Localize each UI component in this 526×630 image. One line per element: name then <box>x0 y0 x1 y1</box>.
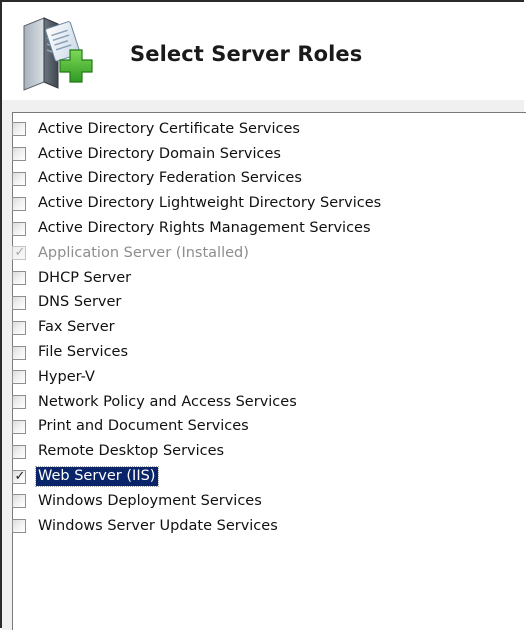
role-label[interactable]: Active Directory Domain Services <box>36 145 284 164</box>
role-checkbox[interactable] <box>12 320 26 335</box>
role-list-item[interactable]: Network Policy and Access Services <box>10 390 384 415</box>
role-checkbox[interactable] <box>12 395 26 410</box>
role-list-item[interactable]: Remote Desktop Services <box>10 439 384 464</box>
role-checkbox: ✓ <box>12 245 26 261</box>
role-list-item[interactable]: Active Directory Federation Services <box>10 167 384 192</box>
role-list-item[interactable]: Active Directory Lightweight Directory S… <box>10 191 384 216</box>
role-label[interactable]: Web Server (IIS) <box>34 466 160 488</box>
role-label[interactable]: Active Directory Rights Management Servi… <box>36 219 374 238</box>
role-checkbox[interactable]: ✓ <box>12 468 26 484</box>
role-list-item[interactable]: Windows Server Update Services <box>10 514 384 539</box>
role-checkbox[interactable] <box>12 444 26 459</box>
role-checkbox[interactable] <box>12 147 26 162</box>
server-roles-list: Active Directory Certificate Services Act… <box>10 117 384 539</box>
role-checkbox[interactable] <box>12 196 26 211</box>
role-list-item[interactable]: ✓ Web Server (IIS) <box>10 464 384 489</box>
role-list-item[interactable]: File Services <box>10 340 384 365</box>
role-label[interactable]: Fax Server <box>36 318 118 337</box>
role-checkbox[interactable] <box>12 419 26 434</box>
role-label[interactable]: Hyper-V <box>36 368 98 387</box>
role-label[interactable]: Network Policy and Access Services <box>36 393 300 412</box>
checkmark-icon: ✓ <box>14 468 26 484</box>
server-add-role-icon <box>23 17 93 91</box>
role-checkbox[interactable] <box>12 494 26 509</box>
role-list-item[interactable]: DHCP Server <box>10 266 384 291</box>
role-checkbox[interactable] <box>12 370 26 385</box>
checkmark-icon: ✓ <box>14 245 26 261</box>
role-checkbox[interactable] <box>12 519 26 534</box>
role-list-item[interactable]: Hyper-V <box>10 365 384 390</box>
role-list-item[interactable]: Active Directory Domain Services <box>10 142 384 167</box>
role-list-item[interactable]: Windows Deployment Services <box>10 489 384 514</box>
role-list-item: ✓ Application Server (Installed) <box>10 241 384 266</box>
role-label[interactable]: Windows Server Update Services <box>36 517 281 536</box>
role-label[interactable]: Windows Deployment Services <box>36 492 265 511</box>
role-list-item[interactable]: Print and Document Services <box>10 415 384 440</box>
role-label[interactable]: DNS Server <box>36 293 124 312</box>
role-checkbox[interactable] <box>12 171 26 186</box>
role-label[interactable]: Active Directory Certificate Services <box>36 120 303 139</box>
role-list-item[interactable]: Fax Server <box>10 315 384 340</box>
role-checkbox[interactable] <box>12 271 26 286</box>
role-list-item[interactable]: DNS Server <box>10 291 384 316</box>
role-label[interactable]: File Services <box>36 343 131 362</box>
role-label[interactable]: DHCP Server <box>36 269 134 288</box>
role-label[interactable]: Active Directory Federation Services <box>36 169 305 188</box>
role-list-item[interactable]: Active Directory Certificate Services <box>10 117 384 142</box>
role-list-item[interactable]: Active Directory Rights Management Servi… <box>10 216 384 241</box>
wizard-header: Select Server Roles <box>2 2 524 101</box>
role-label[interactable]: Remote Desktop Services <box>36 442 227 461</box>
role-checkbox[interactable] <box>12 221 26 236</box>
role-checkbox[interactable] <box>12 295 26 310</box>
role-label[interactable]: Print and Document Services <box>36 417 252 436</box>
page-title: Select Server Roles <box>130 42 363 66</box>
role-checkbox[interactable] <box>12 345 26 360</box>
role-label: Application Server (Installed) <box>38 244 249 261</box>
role-label[interactable]: Active Directory Lightweight Directory S… <box>36 194 384 213</box>
role-checkbox[interactable] <box>12 122 26 137</box>
